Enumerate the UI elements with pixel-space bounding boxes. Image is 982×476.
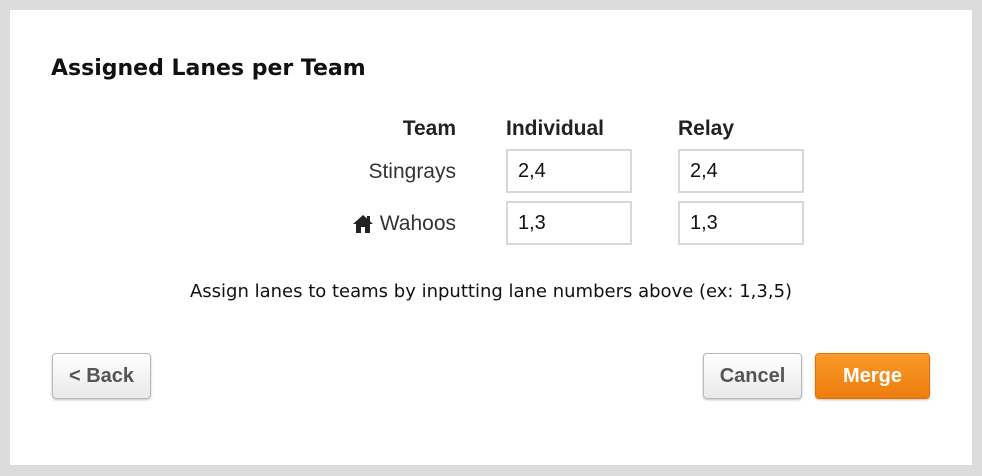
column-header-relay: Relay [678,117,735,140]
team-name: Stingrays [368,160,456,183]
back-button[interactable]: < Back [52,353,151,399]
team-row-wahoos: Wahoos [236,212,456,236]
page-title: Assigned Lanes per Team [51,56,366,81]
column-header-individual: Individual [506,117,605,140]
stingrays-individual-lanes-input[interactable] [506,149,632,193]
stingrays-relay-lanes-input[interactable] [678,149,804,193]
hint-text: Assign lanes to teams by inputting lane … [189,281,793,302]
column-header-team: Team [402,117,456,140]
house-icon [352,214,374,234]
team-name: Wahoos [379,212,456,235]
assign-lanes-dialog: Assigned Lanes per Team Team Individual … [10,10,972,465]
merge-button[interactable]: Merge [815,353,930,399]
cancel-button[interactable]: Cancel [703,353,802,399]
team-row-stingrays: Stingrays [236,160,456,184]
wahoos-relay-lanes-input[interactable] [678,201,804,245]
wahoos-individual-lanes-input[interactable] [506,201,632,245]
